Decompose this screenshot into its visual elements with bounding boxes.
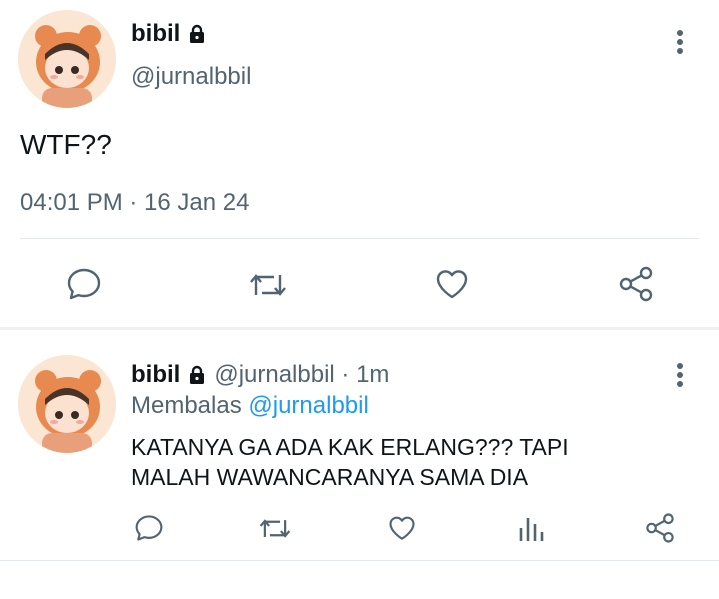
- share-icon[interactable]: [617, 265, 655, 303]
- retweet-icon[interactable]: [258, 515, 292, 542]
- replying-to-line: Membalas @jurnalbbil: [131, 391, 369, 421]
- avatar[interactable]: [18, 10, 116, 108]
- author-name-text[interactable]: bibil: [131, 19, 180, 49]
- reply-text-line-2: MALAH WAWANCARANYA SAMA DIA: [131, 464, 529, 490]
- reply-icon[interactable]: [134, 514, 164, 542]
- more-options-icon[interactable]: [674, 29, 686, 55]
- reply-author-name[interactable]: bibil: [131, 360, 180, 390]
- reply-handle-time[interactable]: @jurnalbbil · 1m: [214, 360, 389, 390]
- replying-to-link[interactable]: @jurnalbbil: [248, 392, 368, 419]
- lock-icon: [186, 23, 208, 45]
- retweet-icon[interactable]: [248, 269, 288, 301]
- tweet-timestamp: 04:01 PM · 16 Jan 24: [20, 189, 250, 216]
- avatar-image: [18, 355, 116, 453]
- reply-icon[interactable]: [66, 267, 102, 301]
- author-name[interactable]: bibil: [131, 19, 208, 49]
- reply-avatar[interactable]: [18, 355, 116, 453]
- tweet-text: WTF??: [20, 129, 112, 160]
- share-icon[interactable]: [644, 512, 676, 544]
- analytics-icon[interactable]: [518, 514, 544, 542]
- reply-header: bibil @jurnalbbil · 1m: [131, 360, 389, 390]
- replying-prefix: Membalas: [131, 392, 242, 419]
- divider: [20, 238, 699, 239]
- reply-more-options-icon[interactable]: [674, 362, 686, 388]
- lock-icon: [186, 364, 208, 386]
- like-icon[interactable]: [387, 514, 417, 542]
- author-handle[interactable]: @jurnalbbil: [131, 62, 251, 92]
- avatar-image: [18, 10, 116, 108]
- section-separator: [0, 327, 719, 330]
- reply-text-line-1: KATANYA GA ADA KAK ERLANG??? TAPI: [131, 434, 569, 460]
- bottom-divider: [0, 560, 719, 561]
- like-icon[interactable]: [434, 267, 470, 301]
